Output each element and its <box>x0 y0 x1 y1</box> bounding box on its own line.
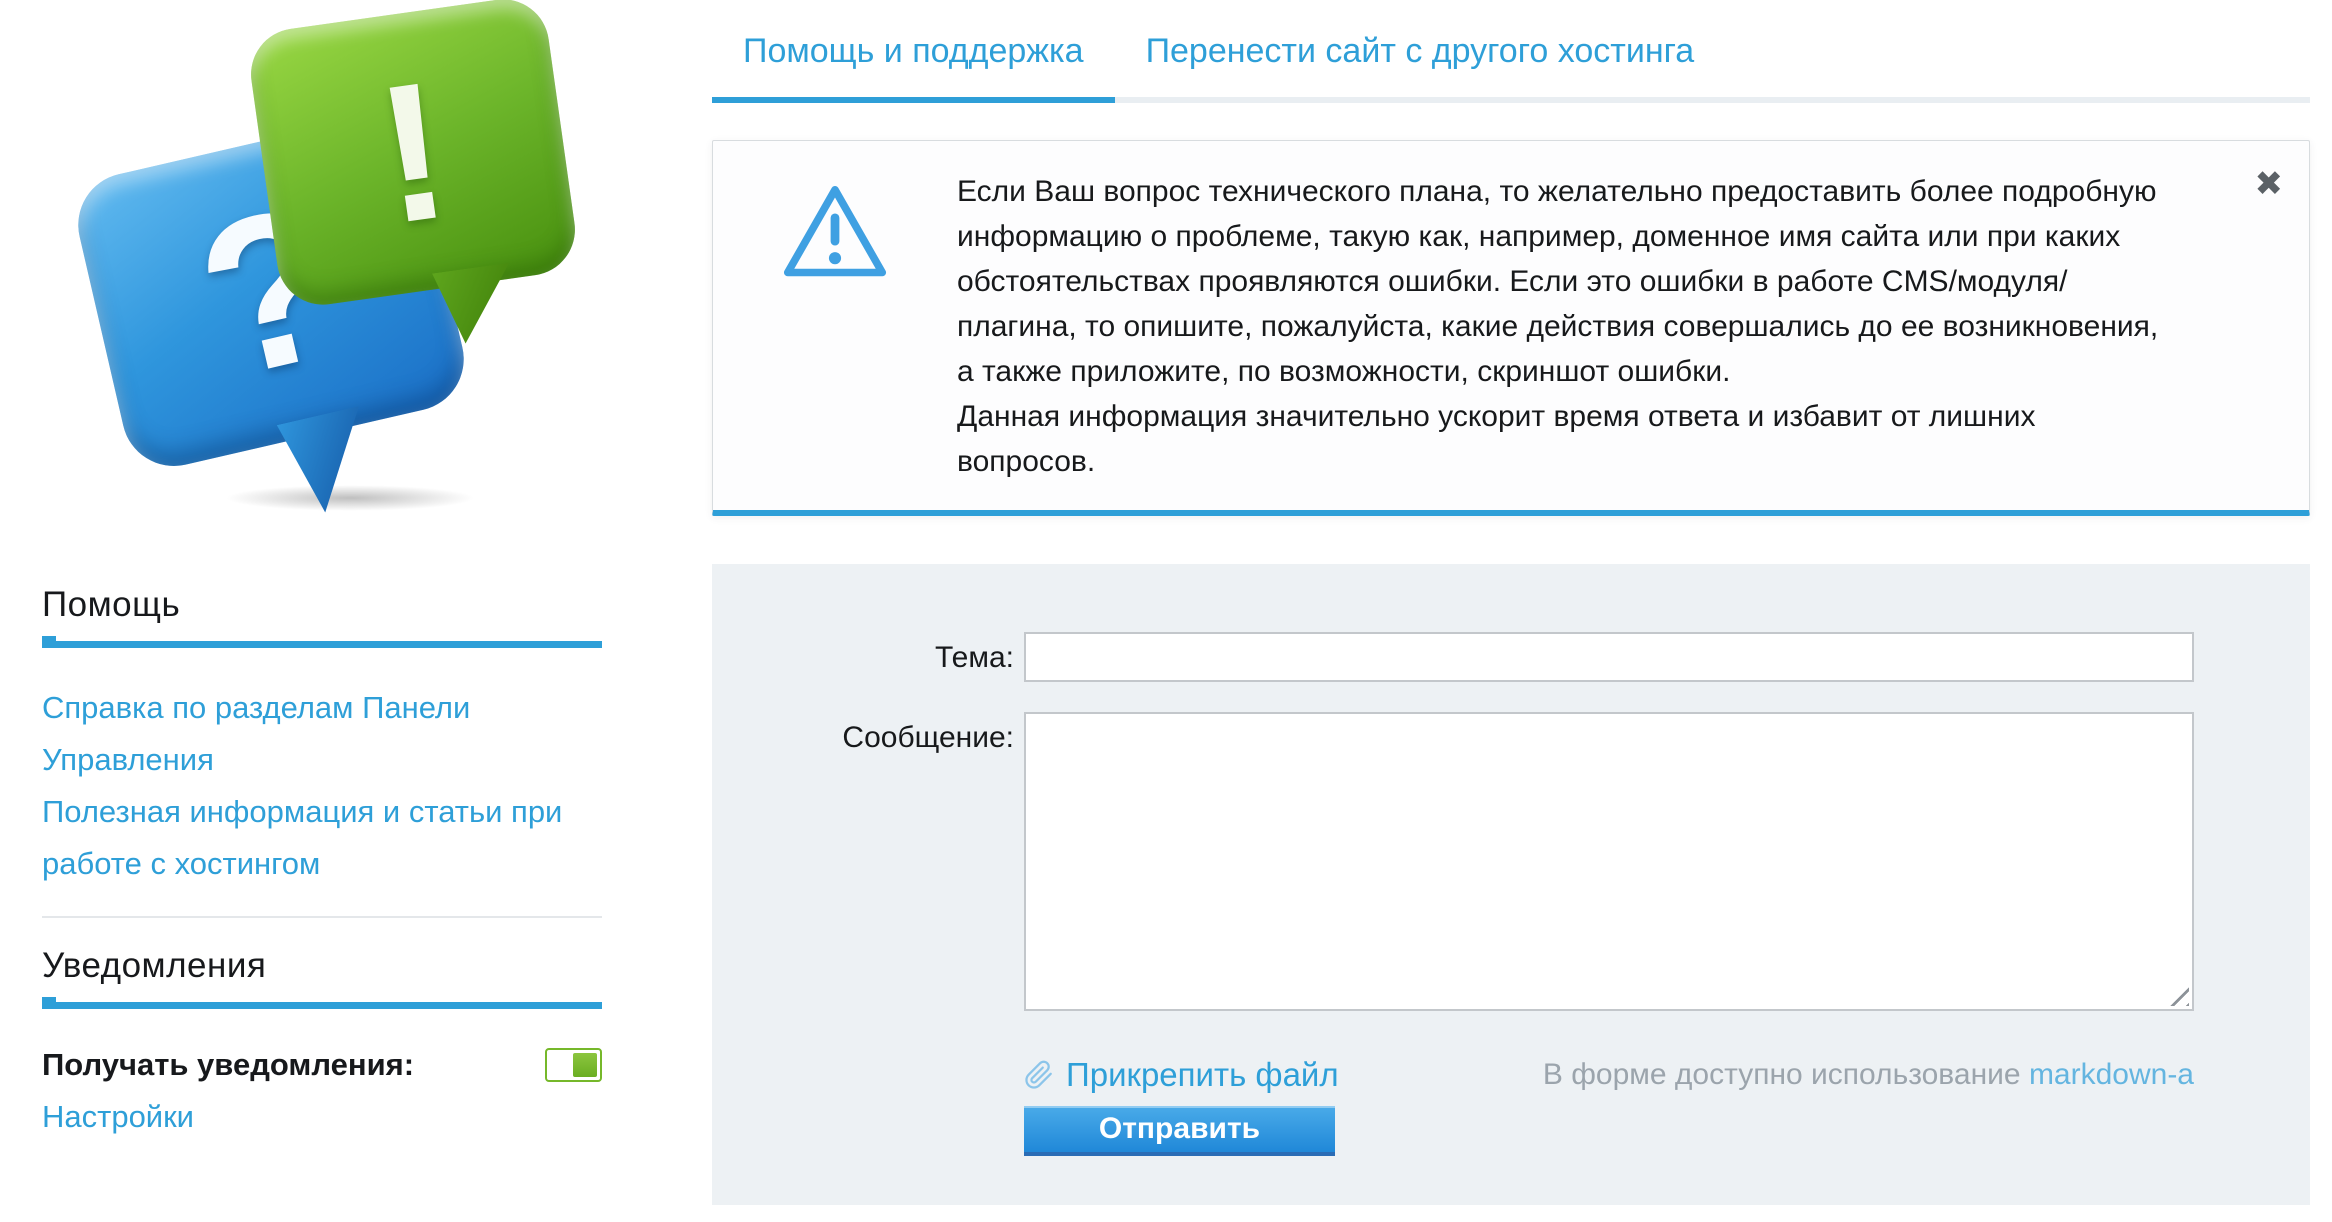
help-heading-rule <box>42 641 602 648</box>
subject-row: Тема: <box>712 632 2194 682</box>
attach-file-label: Прикрепить файл <box>1066 1056 1339 1094</box>
subject-field-wrap <box>1024 632 2194 682</box>
close-icon[interactable]: ✖ <box>2255 167 2284 201</box>
notification-settings-link[interactable]: Настройки <box>42 1099 194 1135</box>
paperclip-icon <box>1024 1060 1054 1090</box>
sidebar: Помощь Справка по разделам Панели Управл… <box>42 585 602 1135</box>
info-alert: Если Ваш вопрос технического плана, то ж… <box>712 140 2310 516</box>
markdown-hint: В форме доступно использование markdown-… <box>1543 1058 2194 1092</box>
alert-paragraph-2: Данная информация значительно ускорит вр… <box>957 394 2159 484</box>
form-meta-row: Прикрепить файл В форме доступно использ… <box>1024 1056 2194 1094</box>
notifications-toggle[interactable] <box>545 1048 602 1082</box>
exclamation-bubble-icon: ! <box>245 0 581 311</box>
message-label: Сообщение: <box>712 712 1024 1011</box>
main-content: Помощь и поддержка Перенести сайт с друг… <box>712 0 2310 1205</box>
alert-paragraph-1: Если Ваш вопрос технического плана, то ж… <box>957 169 2159 394</box>
markdown-link[interactable]: markdown-a <box>2029 1058 2194 1091</box>
receive-notifications-row: Получать уведомления: <box>42 1047 602 1083</box>
submit-button[interactable]: Отправить <box>1024 1106 1335 1156</box>
support-form: Тема: Сообщение: Прикрепить файл <box>712 564 2310 1205</box>
sidebar-link-useful-info[interactable]: Полезная информация и статьи при работе … <box>42 786 602 890</box>
alert-text: Если Ваш вопрос технического плана, то ж… <box>957 169 2309 484</box>
subject-input[interactable] <box>1024 632 2194 682</box>
notifications-heading-rule <box>42 1002 602 1009</box>
warning-icon-column <box>713 169 957 484</box>
message-field-wrap <box>1024 712 2194 1011</box>
tab-bar: Помощь и поддержка Перенести сайт с друг… <box>712 0 2310 103</box>
notifications-section-heading: Уведомления <box>42 946 602 986</box>
help-links: Справка по разделам Панели Управления По… <box>42 682 602 890</box>
exclamation-glyph: ! <box>365 36 461 268</box>
illustration-shadow <box>225 485 475 511</box>
help-illustration: ? ! <box>95 5 575 520</box>
message-row: Сообщение: <box>712 712 2194 1011</box>
sidebar-link-panel-help[interactable]: Справка по разделам Панели Управления <box>42 682 602 786</box>
receive-notifications-label: Получать уведомления: <box>42 1047 414 1083</box>
attach-file-link[interactable]: Прикрепить файл <box>1024 1056 1339 1094</box>
message-textarea[interactable] <box>1024 712 2194 1011</box>
sidebar-divider <box>42 916 602 918</box>
markdown-hint-text: В форме доступно использование <box>1543 1058 2029 1091</box>
help-section-heading: Помощь <box>42 585 602 625</box>
tab-help-and-support[interactable]: Помощь и поддержка <box>712 0 1115 103</box>
support-page: ? ! Помощь Справка по разделам Панели Уп… <box>0 0 2332 1222</box>
toggle-knob <box>573 1053 597 1077</box>
warning-triangle-icon <box>781 183 889 281</box>
subject-label: Тема: <box>712 632 1024 682</box>
tab-transfer-site[interactable]: Перенести сайт с другого хостинга <box>1115 0 1726 103</box>
